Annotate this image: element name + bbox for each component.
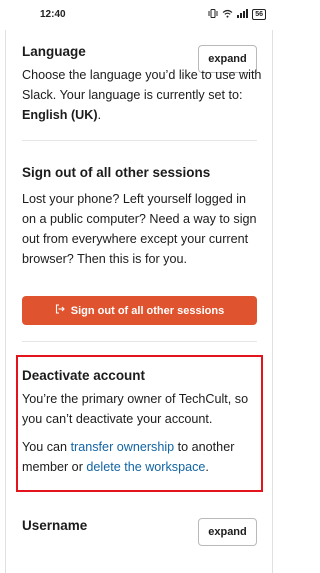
deactivate-options-prefix: You can [22, 440, 71, 454]
sign-out-button-label: Sign out of all other sessions [70, 304, 225, 317]
section-divider [22, 140, 257, 141]
sign-out-all-sessions-button[interactable]: Sign out of all other sessions [22, 296, 257, 325]
status-bar: 12:40 56 [0, 0, 278, 30]
current-language: English (UK) [22, 108, 98, 122]
deactivate-options-suffix: . [205, 460, 209, 474]
sign-out-icon [55, 304, 65, 317]
deactivate-options: You can transfer ownership to another me… [22, 437, 262, 477]
battery-indicator: 56 [252, 9, 266, 20]
vibrate-icon [208, 9, 218, 20]
deactivate-description: You’re the primary owner of TechCult, so… [22, 392, 249, 426]
status-time: 12:40 [40, 9, 66, 20]
delete-workspace-link[interactable]: delete the workspace [86, 460, 205, 474]
language-desc-text: Choose the language you’d like to use wi… [22, 68, 262, 102]
language-description: Choose the language you’d like to use wi… [22, 65, 262, 125]
section-divider [22, 341, 257, 342]
username-title: Username [22, 518, 88, 533]
transfer-ownership-link[interactable]: transfer ownership [71, 440, 175, 454]
language-desc-suffix: . [97, 108, 102, 122]
sign-out-description: Lost your phone? Left yourself logged in… [22, 192, 257, 266]
language-title: Language [22, 44, 86, 59]
panel-left-border [5, 30, 6, 573]
status-icons: 56 [208, 9, 266, 20]
panel-right-border [272, 30, 273, 573]
deactivate-title: Deactivate account [22, 368, 146, 383]
wifi-icon [222, 9, 233, 20]
sign-out-title: Sign out of all other sessions [22, 165, 211, 180]
signal-icon [237, 9, 249, 20]
username-expand-button[interactable]: expand [198, 518, 257, 546]
